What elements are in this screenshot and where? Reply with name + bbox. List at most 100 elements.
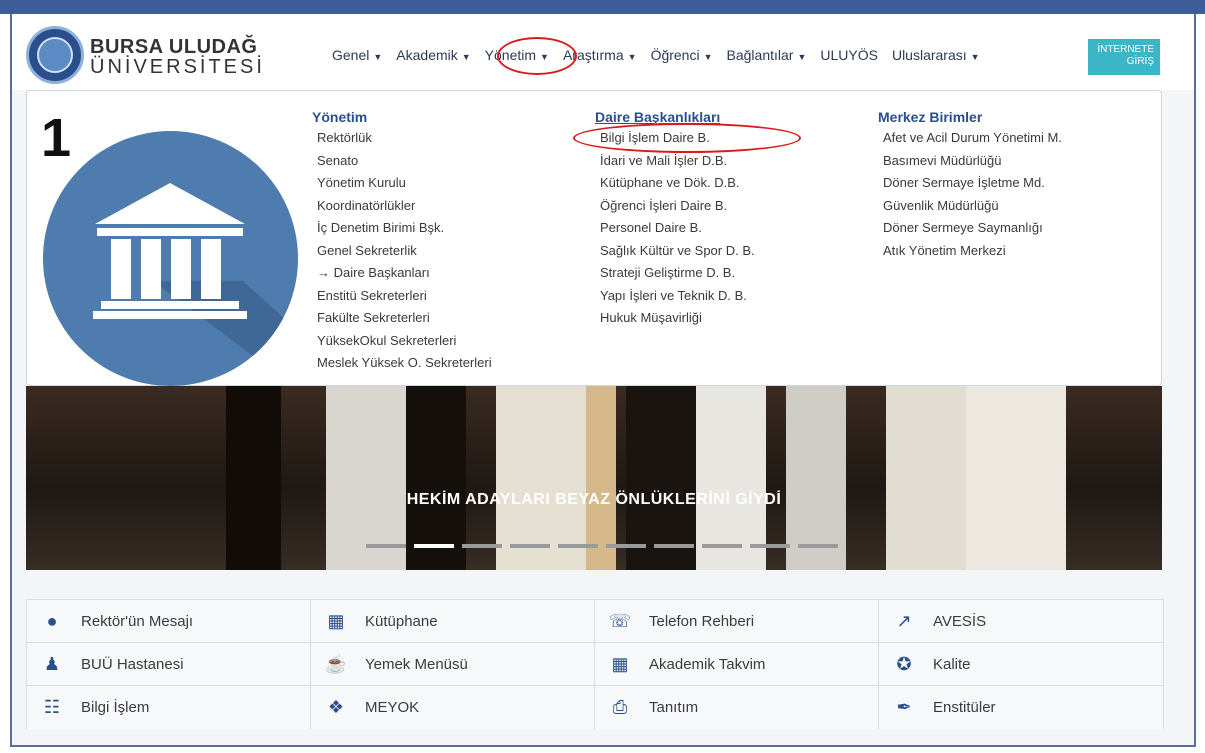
quick-link-telefon-rehberi[interactable]: ☏ Telefon Rehberi: [595, 600, 879, 643]
nav-ogrenci[interactable]: Öğrenci ▼: [651, 47, 713, 63]
quick-link-akademik-takvim[interactable]: ▦ Akademik Takvim: [595, 643, 879, 686]
menu-link-yuksekokul-sekreterleri[interactable]: YüksekOkul Sekreterleri: [312, 330, 492, 353]
hero-slider[interactable]: HEKİM ADAYLARI BEYAZ ÖNLÜKLERİNİ GİYDİ: [26, 386, 1162, 570]
hero-photo-figure: [786, 386, 846, 570]
speech-bubble-icon: ●: [46, 610, 58, 631]
site-header: BURSA ULUDAĞ ÜNİVERSİTESİ Genel ▼ Akademi…: [12, 14, 1194, 90]
caret-down-icon: ▼: [797, 52, 807, 62]
menu-link-daire-baskanlari[interactable]: → Daire Başkanları: [312, 262, 492, 285]
slide-dot[interactable]: [510, 544, 550, 548]
menu-link-meslek-yuksek[interactable]: Meslek Yüksek O. Sekreterleri: [312, 352, 492, 375]
slide-dot[interactable]: [798, 544, 838, 548]
slide-dot[interactable]: [654, 544, 694, 548]
slide-dot[interactable]: [366, 544, 406, 548]
nav-label: Genel: [332, 47, 370, 63]
menu-link-genel-sekreterlik[interactable]: Genel Sekreterlik: [312, 240, 492, 263]
menu-link-afet[interactable]: Afet ve Acil Durum Yönetimi M.: [878, 127, 1062, 150]
menu-link-fakulte-sekreterleri[interactable]: Fakülte Sekreterleri: [312, 307, 492, 330]
pen-icon: ✒: [896, 697, 912, 717]
hero-photo-figure: [496, 386, 586, 570]
menu-link-strateji[interactable]: Strateji Geliştirme D. B.: [595, 262, 755, 285]
slider-indicators: [366, 544, 838, 548]
menu-link-ic-denetim[interactable]: İç Denetim Birimi Bşk.: [312, 217, 492, 240]
calendar-icon: ▦: [611, 653, 629, 674]
slide-dot[interactable]: [558, 544, 598, 548]
caret-down-icon: ▼: [703, 52, 713, 62]
hero-photo-figure: [626, 386, 696, 570]
quick-link-bilgi-islem[interactable]: ☷ Bilgi İşlem: [27, 686, 311, 729]
slide-dot[interactable]: [702, 544, 742, 548]
menu-link-saglik-kultur[interactable]: Sağlık Kültür ve Spor D. B.: [595, 240, 755, 263]
internet-login-button[interactable]: İNTERNETE GİRİŞ: [1088, 39, 1160, 75]
menu-link-saymanlik[interactable]: Döner Sermeye Saymanlığı: [878, 217, 1062, 240]
menu-link-enstitu-sekreterleri[interactable]: Enstitü Sekreterleri: [312, 285, 492, 308]
nav-uluslararasi[interactable]: Uluslararası ▼: [892, 47, 980, 63]
quick-link-kutuphane[interactable]: ▦ Kütüphane: [311, 600, 595, 643]
column-heading: Yönetim: [312, 109, 368, 125]
caret-down-icon: ▼: [373, 52, 383, 62]
quick-link-label: Tanıtım: [649, 699, 699, 716]
quick-link-yemek-menusu[interactable]: ☕ Yemek Menüsü: [311, 643, 595, 686]
hero-headline[interactable]: HEKİM ADAYLARI BEYAZ ÖNLÜKLERİNİ GİYDİ: [26, 491, 1162, 509]
reader-icon: ▦: [327, 610, 345, 631]
branch-icon: ❖: [327, 697, 345, 717]
menu-link-personel[interactable]: Personel Daire B.: [595, 217, 755, 240]
nav-baglantilar[interactable]: Bağlantılar ▼: [727, 47, 807, 63]
quick-link-rektor-mesaji[interactable]: ● Rektör'ün Mesajı: [27, 600, 311, 643]
menu-link-koordinatorlukler[interactable]: Koordinatörlükler: [312, 195, 492, 218]
quick-link-label: BUÜ Hastanesi: [81, 655, 184, 673]
hero-photo-figure: [226, 386, 281, 570]
menu-link-hukuk[interactable]: Hukuk Müşavirliği: [595, 307, 755, 330]
slide-dot[interactable]: [462, 544, 502, 548]
coffee-cup-icon: ☕: [324, 653, 348, 674]
login-line1: İNTERNETE: [1097, 44, 1154, 55]
caret-down-icon: ▼: [970, 52, 980, 62]
quick-link-avesis[interactable]: ↗ AVESİS: [879, 600, 1163, 643]
nav-genel[interactable]: Genel ▼: [332, 47, 382, 63]
quick-link-label: Kütüphane: [365, 612, 438, 630]
quick-link-tanitim[interactable]: ⎙ Tanıtım: [595, 686, 879, 729]
hero-photo-figure: [966, 386, 1066, 570]
menu-link-kutuphane[interactable]: Kütüphane ve Dök. D.B.: [595, 172, 755, 195]
nav-label: Akademik: [396, 47, 458, 63]
external-link-icon: ↗: [896, 610, 912, 631]
step-number: 1: [41, 108, 72, 168]
menu-link-yonetim-kurulu[interactable]: Yönetim Kurulu: [312, 172, 492, 195]
browser-top-bar: [0, 0, 1205, 14]
column-heading: Merkez Birimler: [878, 109, 983, 125]
menu-link-senato[interactable]: Senato: [312, 150, 492, 173]
menu-link-doner-sermaye[interactable]: Döner Sermaye İşletme Md.: [878, 172, 1062, 195]
hero-photo-figure: [696, 386, 766, 570]
menu-link-guvenlik[interactable]: Güvenlik Müdürlüğü: [878, 195, 1062, 218]
menu-link-atik-yonetim[interactable]: Atık Yönetim Merkezi: [878, 240, 1062, 263]
quick-link-buu-hastanesi[interactable]: ♟ BUÜ Hastanesi: [27, 643, 311, 686]
brand-subtitle[interactable]: ÜNİVERSİTESİ: [90, 56, 265, 79]
phone-book-icon: ☏: [608, 610, 632, 631]
slide-dot-active[interactable]: [414, 544, 454, 548]
doctor-icon: ♟: [43, 653, 61, 674]
menu-link-basimevi[interactable]: Basımevi Müdürlüğü: [878, 150, 1062, 173]
quick-link-enstituler[interactable]: ✒ Enstitüler: [879, 686, 1163, 729]
menu-link-rektorluk[interactable]: Rektörlük: [312, 127, 492, 150]
main-nav: Genel ▼ Akademik ▼ Yönetim ▼ Araştırma ▼ Öğr…: [332, 47, 994, 63]
quick-link-kalite[interactable]: ✪ Kalite: [879, 643, 1163, 686]
quick-link-label: Kalite: [933, 655, 971, 673]
award-icon: ✪: [896, 653, 912, 674]
nav-label: ULUYÖS: [820, 47, 878, 63]
nav-akademik[interactable]: Akademik ▼: [396, 47, 470, 63]
nav-label: Öğrenci: [650, 47, 700, 63]
university-logo[interactable]: [26, 26, 84, 84]
nav-uluyos[interactable]: ULUYÖS: [820, 47, 878, 63]
quick-links-grid: ● Rektör'ün Mesajı ▦ Kütüphane ☏ Telefon Re…: [26, 599, 1164, 729]
hero-photo-figure: [586, 386, 616, 570]
hero-photo-figure: [326, 386, 406, 570]
quick-link-meyok[interactable]: ❖ MEYOK: [311, 686, 595, 729]
slide-dot[interactable]: [750, 544, 790, 548]
menu-link-yapi-isleri[interactable]: Yapı İşleri ve Teknik D. B.: [595, 285, 755, 308]
building-graphic: [93, 183, 298, 386]
menu-column-merkez-birimler: Merkez Birimler Afet ve Acil Durum Yönet…: [878, 107, 1062, 262]
menu-link-ogrenci-isleri[interactable]: Öğrenci İşleri Daire B.: [595, 195, 755, 218]
caret-down-icon: ▼: [627, 52, 637, 62]
menu-column-yonetim: Yönetim Rektörlük Senato Yönetim Kurulu …: [312, 107, 492, 375]
slide-dot[interactable]: [606, 544, 646, 548]
